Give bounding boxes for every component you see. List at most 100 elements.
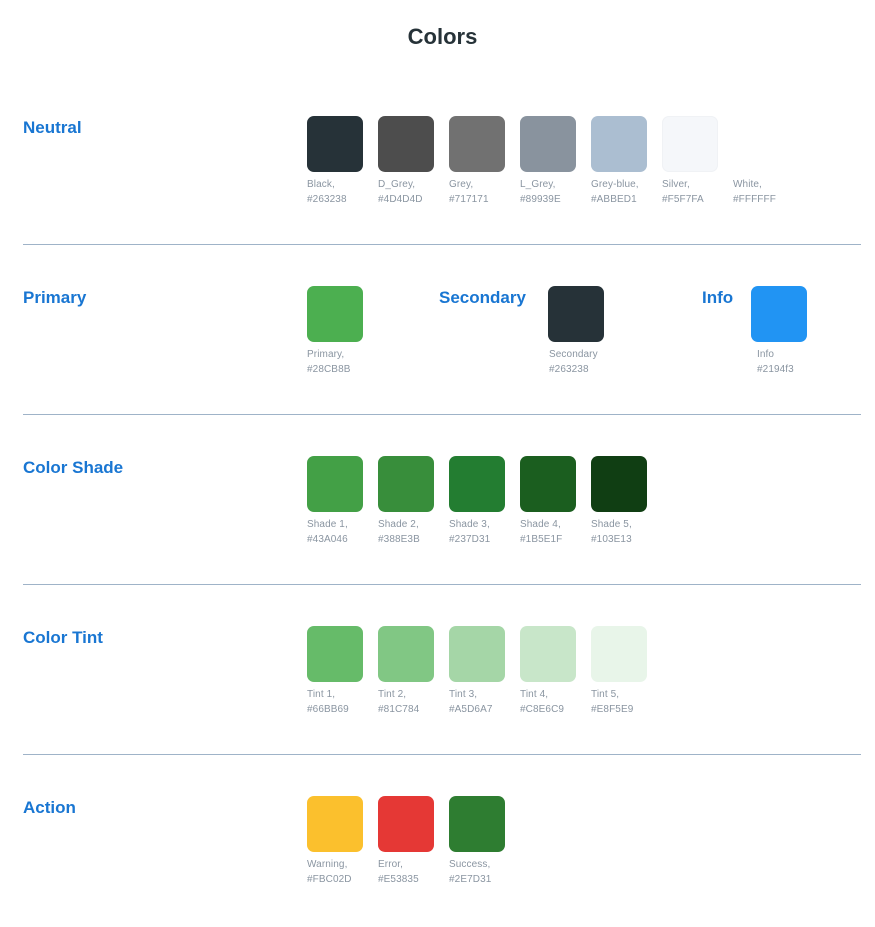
swatch-name: L_Grey,: [520, 179, 556, 190]
swatch-hex: #C8E6C9: [520, 704, 565, 715]
page-title: Colors: [407, 24, 478, 49]
color-chip[interactable]: [662, 116, 718, 172]
color-chip[interactable]: [591, 116, 647, 172]
swatch-info[interactable]: Info #2194f3: [751, 286, 821, 377]
swatch-name: Shade 1,: [307, 519, 348, 530]
color-chip[interactable]: [751, 286, 807, 342]
color-chip[interactable]: [591, 456, 647, 512]
section-title-primary: Primary: [23, 288, 87, 307]
swatch-hex: #ABBED1: [591, 194, 637, 205]
color-chip[interactable]: [307, 116, 363, 172]
swatch-shade-2[interactable]: Shade 2, #388E3B: [378, 456, 448, 547]
swatch-error[interactable]: Error, #E53835: [378, 796, 448, 887]
color-chip[interactable]: [449, 626, 505, 682]
swatch-grey[interactable]: Grey, #717171: [449, 116, 519, 207]
swatch-name: Success,: [449, 859, 491, 870]
swatch-silver[interactable]: Silver, #F5F7FA: [662, 116, 732, 207]
swatch-name: Tint 4,: [520, 689, 549, 700]
swatch-hex: #FBC02D: [307, 874, 352, 885]
swatch-secondary[interactable]: Secondary #263238: [548, 286, 618, 377]
color-chip[interactable]: [733, 116, 789, 172]
swatch-tint-4[interactable]: Tint 4, #C8E6C9: [520, 626, 590, 717]
swatch-name: Info: [757, 349, 775, 360]
swatch-name: Grey,: [449, 179, 474, 190]
swatch-name: Shade 3,: [449, 519, 490, 530]
swatch-hex: #717171: [449, 194, 489, 205]
swatch-shade-1[interactable]: Shade 1, #43A046: [307, 456, 377, 547]
color-chip[interactable]: [378, 626, 434, 682]
swatch-tint-5[interactable]: Tint 5, #E8F5E9: [591, 626, 661, 717]
swatch-name: D_Grey,: [378, 179, 416, 190]
swatch-hex: #89939E: [520, 194, 561, 205]
swatch-hex: #4D4D4D: [378, 194, 423, 205]
swatch-shade-3[interactable]: Shade 3, #237D31: [449, 456, 519, 547]
color-chip[interactable]: [520, 116, 576, 172]
swatch-shade-5[interactable]: Shade 5, #103E13: [591, 456, 661, 547]
section-title-action: Action: [23, 798, 76, 817]
section-title-neutral: Neutral: [23, 118, 82, 137]
swatch-grey-blue[interactable]: Grey-blue, #ABBED1: [591, 116, 661, 207]
swatch-name: Silver,: [662, 179, 690, 190]
swatch-name: Tint 1,: [307, 689, 336, 700]
swatch-hex: #103E13: [591, 534, 632, 545]
section-title-shade: Color Shade: [23, 458, 124, 477]
swatch-black[interactable]: Black, #263238: [307, 116, 377, 207]
swatch-hex: #1B5E1F: [520, 534, 563, 545]
color-chip[interactable]: [378, 456, 434, 512]
color-chip[interactable]: [520, 456, 576, 512]
color-chip[interactable]: [548, 286, 604, 342]
color-chip[interactable]: [307, 286, 363, 342]
section-divider: [23, 244, 861, 245]
color-chip[interactable]: [449, 116, 505, 172]
swatch-tint-2[interactable]: Tint 2, #81C784: [378, 626, 448, 717]
swatch-hex: #237D31: [449, 534, 491, 545]
section-title-info: Info: [702, 288, 734, 307]
color-chip[interactable]: [520, 626, 576, 682]
color-chip[interactable]: [591, 626, 647, 682]
swatch-hex: #28CB8B: [307, 364, 351, 375]
swatch-hex: #263238: [307, 194, 347, 205]
swatch-tint-1[interactable]: Tint 1, #66BB69: [307, 626, 377, 717]
section-divider: [23, 754, 861, 755]
section-title-tint: Color Tint: [23, 628, 103, 647]
swatch-shade-4[interactable]: Shade 4, #1B5E1F: [520, 456, 590, 547]
swatch-hex: #E53835: [378, 874, 419, 885]
color-chip[interactable]: [449, 456, 505, 512]
swatch-name: Tint 5,: [591, 689, 620, 700]
swatch-name: Error,: [378, 859, 404, 870]
swatch-hex: #FFFFFF: [733, 194, 776, 205]
swatch-name: Shade 2,: [378, 519, 419, 530]
swatch-name: Tint 3,: [449, 689, 478, 700]
swatch-hex: #E8F5E9: [591, 704, 634, 715]
swatch-hex: #43A046: [307, 534, 348, 545]
swatch-name: Shade 4,: [520, 519, 561, 530]
swatch-hex: #A5D6A7: [449, 704, 493, 715]
color-chip[interactable]: [378, 116, 434, 172]
color-chip[interactable]: [307, 796, 363, 852]
swatch-success[interactable]: Success, #2E7D31: [449, 796, 519, 887]
swatch-name: Primary,: [307, 349, 345, 360]
swatch-tint-3[interactable]: Tint 3, #A5D6A7: [449, 626, 519, 717]
swatch-name: Shade 5,: [591, 519, 632, 530]
swatch-hex: #388E3B: [378, 534, 420, 545]
swatch-hex: #81C784: [378, 704, 420, 715]
section-divider: [23, 414, 861, 415]
swatch-d-grey[interactable]: D_Grey, #4D4D4D: [378, 116, 448, 207]
color-chip[interactable]: [449, 796, 505, 852]
swatch-hex: #F5F7FA: [662, 194, 704, 205]
swatch-name: Warning,: [307, 859, 348, 870]
swatch-name: Black,: [307, 179, 335, 190]
color-chip[interactable]: [307, 626, 363, 682]
swatch-hex: #66BB69: [307, 704, 349, 715]
swatch-hex: #2194f3: [757, 364, 794, 375]
color-chip[interactable]: [378, 796, 434, 852]
color-chip[interactable]: [307, 456, 363, 512]
section-divider: [23, 584, 861, 585]
swatch-hex: #2E7D31: [449, 874, 492, 885]
swatch-name: Secondary: [549, 349, 598, 360]
swatch-name: Grey-blue,: [591, 179, 639, 190]
swatch-primary[interactable]: Primary, #28CB8B: [307, 286, 377, 377]
swatch-white[interactable]: White, #FFFFFF: [733, 116, 803, 207]
swatch-l-grey[interactable]: L_Grey, #89939E: [520, 116, 590, 207]
swatch-warning[interactable]: Warning, #FBC02D: [307, 796, 377, 887]
